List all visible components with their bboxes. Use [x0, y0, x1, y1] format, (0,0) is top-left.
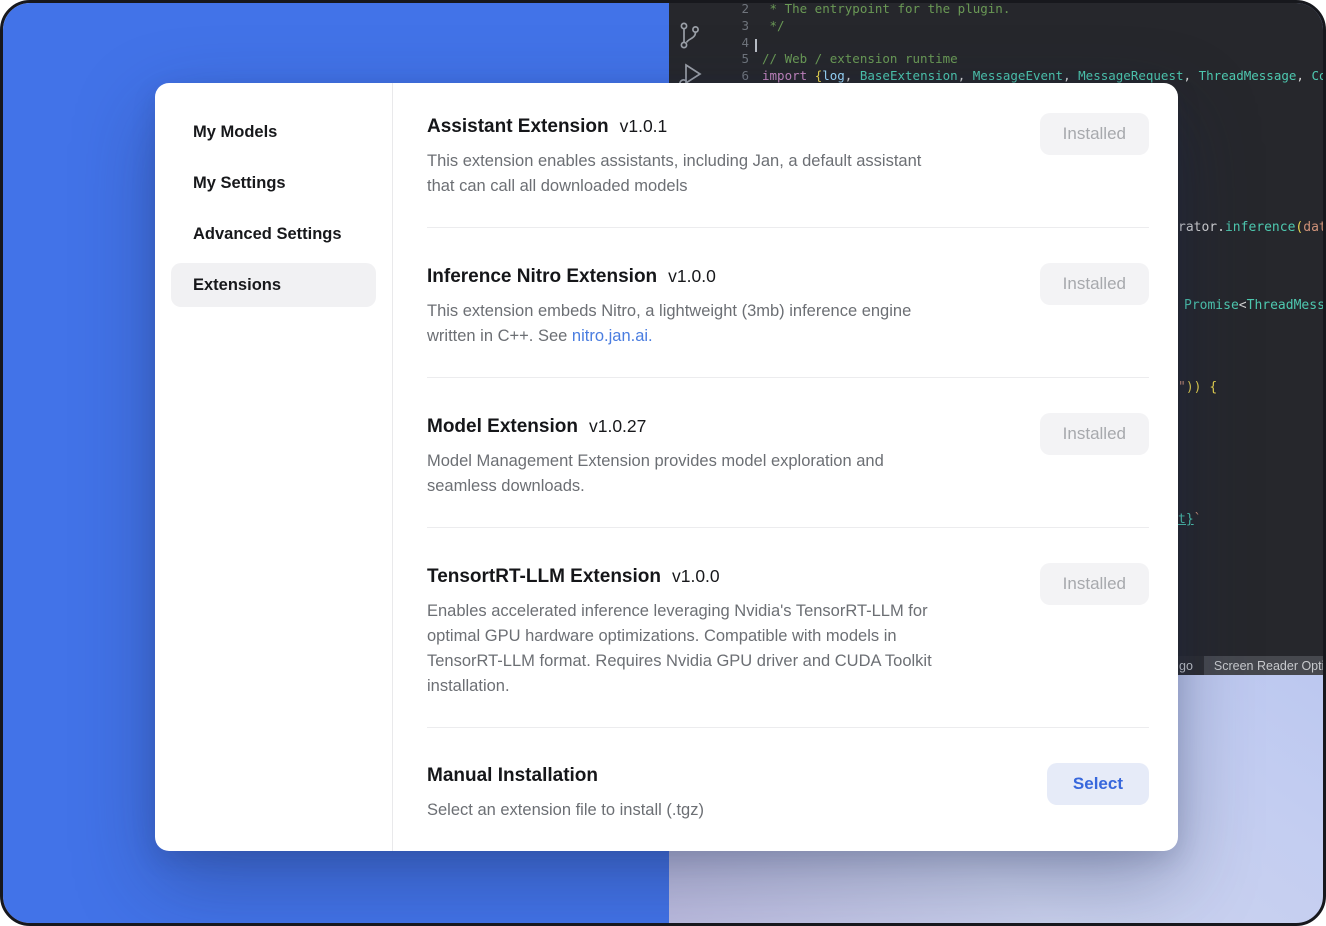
- extension-info: Assistant Extension v1.0.1 This extension …: [427, 113, 1016, 199]
- settings-sidebar: My Models My Settings Advanced Settings Ext…: [155, 83, 393, 851]
- code-fragment: ")) {: [1178, 380, 1217, 395]
- extension-version: v1.0.1: [620, 116, 668, 136]
- extension-title: Inference Nitro Extension v1.0.0: [427, 263, 1016, 290]
- status-text: go: [1179, 659, 1193, 673]
- code-token: ,: [1296, 68, 1311, 83]
- extension-row: TensortRT-LLM Extension v1.0.0 Enables acc…: [427, 528, 1149, 727]
- extension-name: Model Extension: [427, 416, 578, 437]
- extension-title: Manual Installation: [427, 763, 1023, 789]
- code-text: */: [749, 18, 785, 35]
- text-cursor: [755, 39, 757, 52]
- extension-row: Model Extension v1.0.27 Model Management E…: [427, 378, 1149, 527]
- extension-name: Manual Installation: [427, 765, 598, 786]
- select-button[interactable]: Select: [1047, 763, 1149, 805]
- code-token: Promise: [1184, 298, 1239, 313]
- code-token: */: [762, 18, 785, 33]
- extension-description: Model Management Extension provides mode…: [427, 449, 1016, 499]
- installed-button[interactable]: Installed: [1040, 113, 1149, 155]
- code-token: )): [1186, 380, 1209, 395]
- nitro-jan-ai-link[interactable]: nitro.jan.ai.: [572, 327, 653, 345]
- code-line: 5 // Web / extension runtime: [707, 51, 1323, 68]
- extension-name: Assistant Extension: [427, 116, 609, 137]
- extension-version: v1.0.0: [668, 266, 716, 286]
- code-token: ContentType: [1311, 68, 1323, 83]
- app-window: 2 * The entrypoint for the plugin.3 */45…: [0, 0, 1326, 926]
- settings-modal: My Models My Settings Advanced Settings Ext…: [155, 83, 1178, 851]
- code-token: * The entrypoint for the plugin.: [762, 1, 1010, 16]
- extension-info: Manual Installation Select an extension f…: [427, 763, 1023, 823]
- code-fragment: t}`: [1178, 512, 1201, 527]
- code-token: log: [822, 68, 845, 83]
- extension-description: This extension enables assistants, inclu…: [427, 149, 1016, 199]
- extension-name: Inference Nitro Extension: [427, 266, 657, 287]
- code-token: ,: [845, 68, 860, 83]
- code-token: import: [762, 68, 815, 83]
- code-line: 2 * The entrypoint for the plugin.: [707, 1, 1323, 18]
- code-line: 4: [707, 35, 1323, 52]
- code-token: ThreadMessage: [1247, 298, 1326, 313]
- extensions-list: Assistant Extension v1.0.1 This extension …: [393, 83, 1178, 851]
- extension-description: Select an extension file to install (.tg…: [427, 798, 1023, 823]
- code-token: data: [1303, 220, 1326, 235]
- sidebar-item-my-settings[interactable]: My Settings: [171, 161, 376, 205]
- code-token: t}: [1178, 512, 1194, 527]
- code-token: ThreadMessage: [1199, 68, 1297, 83]
- code-lines: 2 * The entrypoint for the plugin.3 */45…: [707, 1, 1323, 85]
- extension-row: Assistant Extension v1.0.1 This extension …: [427, 83, 1149, 227]
- installed-button[interactable]: Installed: [1040, 563, 1149, 605]
- code-text: // Web / extension runtime: [749, 51, 958, 68]
- code-text: * The entrypoint for the plugin.: [749, 1, 1010, 18]
- line-number: 5: [707, 51, 749, 68]
- code-token: <: [1239, 298, 1247, 313]
- code-token: `: [1194, 512, 1202, 527]
- code-token: BaseExtension: [860, 68, 958, 83]
- extension-version: v1.0.0: [672, 566, 720, 586]
- extension-title: Assistant Extension v1.0.1: [427, 113, 1016, 140]
- screen-reader-status[interactable]: Screen Reader Optimize: [1204, 656, 1323, 675]
- code-fragment: rator.inference(data));: [1178, 220, 1326, 235]
- extension-row: Manual Installation Select an extension f…: [427, 728, 1149, 851]
- code-token: ": [1178, 380, 1186, 395]
- code-token: ,: [1184, 68, 1199, 83]
- extension-row: Inference Nitro Extension v1.0.0 This exte…: [427, 228, 1149, 377]
- extension-name: TensortRT-LLM Extension: [427, 566, 661, 587]
- code-token: MessageEvent: [973, 68, 1063, 83]
- code-fragment: Promise<ThreadMessage>: [1184, 298, 1326, 313]
- code-token: inference: [1225, 220, 1295, 235]
- line-number: 3: [707, 18, 749, 35]
- extension-description: Enables accelerated inference leveraging…: [427, 599, 1016, 699]
- extension-info: Model Extension v1.0.27 Model Management E…: [427, 413, 1016, 499]
- extension-version: v1.0.27: [589, 416, 646, 436]
- code-token: rator.: [1178, 220, 1225, 235]
- code-token: {: [1209, 380, 1217, 395]
- code-token: // Web / extension runtime: [762, 51, 958, 66]
- line-number: 4: [707, 35, 749, 52]
- line-number: 2: [707, 1, 749, 18]
- code-line: 3 */: [707, 18, 1323, 35]
- code-token: ,: [958, 68, 973, 83]
- source-control-icon[interactable]: [676, 19, 703, 60]
- sidebar-item-extensions[interactable]: Extensions: [171, 263, 376, 307]
- sidebar-item-advanced-settings[interactable]: Advanced Settings: [171, 212, 376, 256]
- code-token: MessageRequest: [1078, 68, 1183, 83]
- installed-button[interactable]: Installed: [1040, 263, 1149, 305]
- extension-title: TensortRT-LLM Extension v1.0.0: [427, 563, 1016, 590]
- extension-title: Model Extension v1.0.27: [427, 413, 1016, 440]
- extension-info: TensortRT-LLM Extension v1.0.0 Enables acc…: [427, 563, 1016, 699]
- extension-description: This extension embeds Nitro, a lightweig…: [427, 299, 1016, 349]
- installed-button[interactable]: Installed: [1040, 413, 1149, 455]
- code-token: ,: [1063, 68, 1078, 83]
- sidebar-item-my-models[interactable]: My Models: [171, 110, 376, 154]
- extension-info: Inference Nitro Extension v1.0.0 This exte…: [427, 263, 1016, 349]
